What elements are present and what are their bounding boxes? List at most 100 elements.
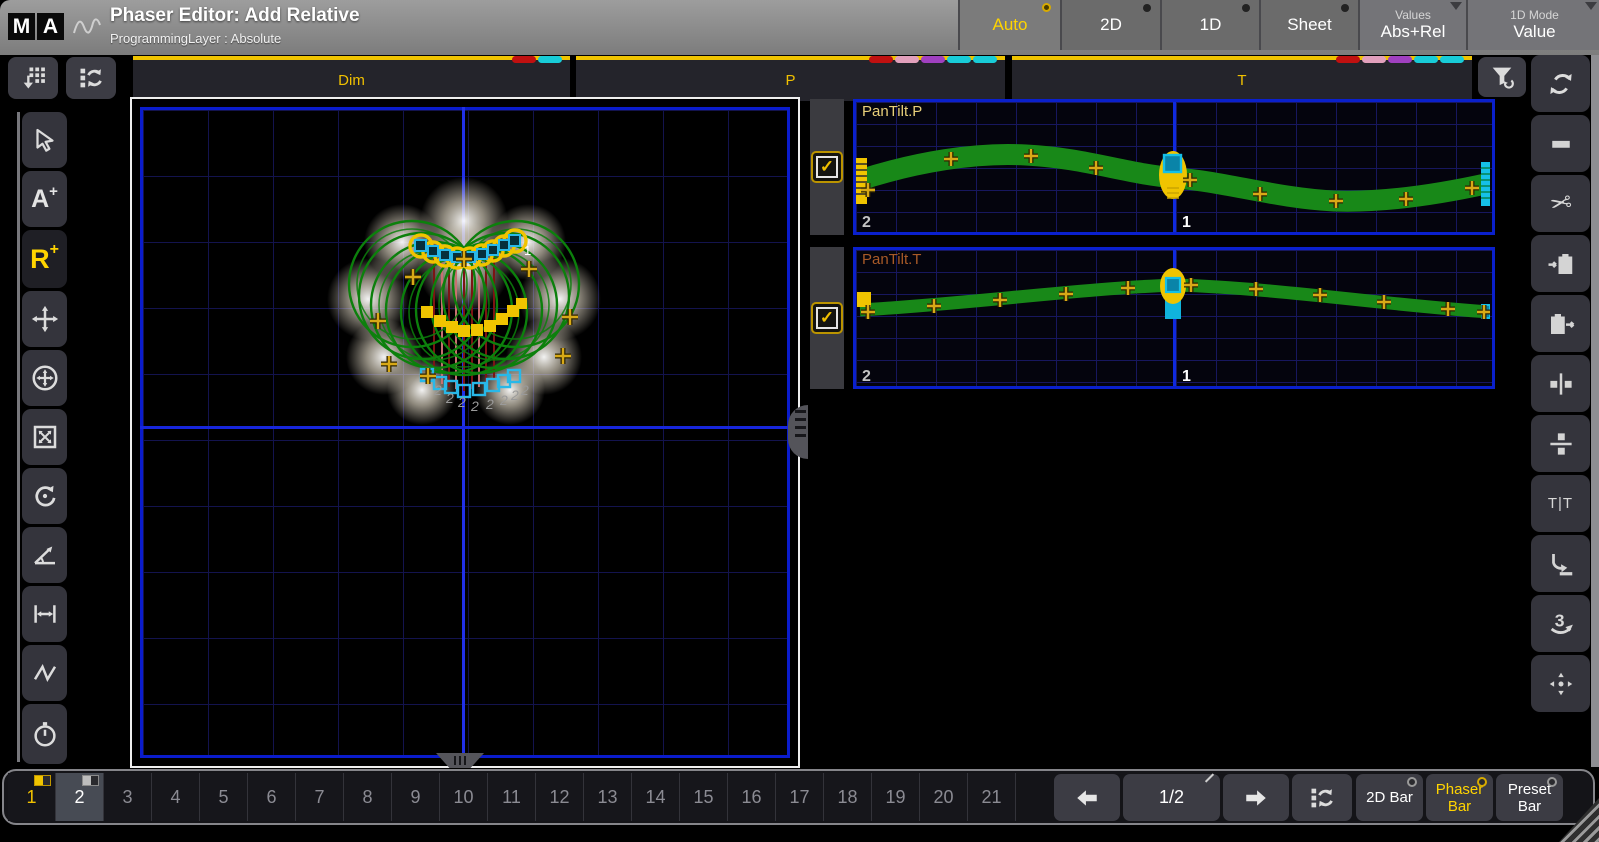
move-icon xyxy=(30,304,60,334)
pan-edge-marker-right[interactable] xyxy=(1481,162,1490,206)
tilt-selected-marker[interactable] xyxy=(1160,268,1186,319)
pantilt-t-graph[interactable]: PanTilt.T 2 1 xyxy=(853,247,1495,389)
step-number: 21 xyxy=(981,787,1001,808)
step-button-14[interactable]: 14 xyxy=(632,773,680,821)
2d-bar-indicator xyxy=(1407,777,1417,787)
tab-t[interactable]: T xyxy=(1012,56,1472,101)
sync-steps-button[interactable] xyxy=(1292,774,1352,821)
pantilt-p-graph[interactable]: PanTilt.P 2 1 xyxy=(853,99,1495,235)
step-button-21[interactable]: 21 xyxy=(968,773,1016,821)
step-button-2[interactable]: 2 xyxy=(56,773,104,821)
2d-indicator xyxy=(1143,4,1151,12)
mirror-text-button[interactable]: T|T xyxy=(1531,475,1590,532)
left-scroll-strip[interactable] xyxy=(17,112,20,762)
tab-dim[interactable]: Dim xyxy=(133,56,570,101)
step-button-5[interactable]: 5 xyxy=(200,773,248,821)
step-number: 6 xyxy=(266,787,276,808)
values-dropdown[interactable]: Values Abs+Rel xyxy=(1358,0,1466,50)
angle-tool-button[interactable] xyxy=(22,527,67,583)
scale-icon xyxy=(30,422,60,452)
pointer-tool-button[interactable] xyxy=(22,112,67,168)
ma-logo[interactable]: M A xyxy=(8,13,64,40)
svg-text:2: 2 xyxy=(510,387,519,403)
view-mode-sheet-button[interactable]: Sheet xyxy=(1259,0,1358,50)
step-number: 7 xyxy=(314,787,324,808)
step-button-13[interactable]: 13 xyxy=(584,773,632,821)
phaser-2d-canvas[interactable]: 2 2 2 2 2 2 2 2 xyxy=(130,97,800,768)
right-scroll-strip[interactable] xyxy=(1591,55,1599,767)
rotate-tool-button[interactable] xyxy=(22,468,67,524)
step-button-3[interactable]: 3 xyxy=(104,773,152,821)
tilt-checkbox-strip: ✓ xyxy=(810,247,844,389)
move-circle-tool-button[interactable] xyxy=(22,350,67,406)
canvas-width-handle[interactable] xyxy=(788,405,808,459)
pan-enable-checkbox[interactable]: ✓ xyxy=(811,151,843,183)
tab-p[interactable]: P xyxy=(576,56,1005,101)
page-indicator[interactable]: 1/2 xyxy=(1123,774,1220,821)
width-tool-button[interactable] xyxy=(22,586,67,642)
sheet-label: Sheet xyxy=(1287,15,1331,35)
paste-after-button[interactable] xyxy=(1531,295,1590,352)
step-button-17[interactable]: 17 xyxy=(776,773,824,821)
sine-wave-icon xyxy=(72,15,102,39)
step-number: 20 xyxy=(933,787,953,808)
mirror-horizontal-button[interactable] xyxy=(1531,355,1590,412)
attribute-pill xyxy=(538,56,562,63)
2d-bar-button[interactable]: 2D Bar xyxy=(1356,774,1423,821)
pan-selected-marker[interactable] xyxy=(1159,151,1187,199)
view-mode-2d-button[interactable]: 2D xyxy=(1060,0,1160,50)
pan-move-button[interactable] xyxy=(1531,655,1590,712)
next-page-button[interactable] xyxy=(1223,774,1289,821)
reload-button[interactable] xyxy=(1531,55,1590,112)
phaser-bar-button[interactable]: Phaser Bar xyxy=(1426,774,1493,821)
pan-edge-marker-left[interactable] xyxy=(856,158,867,204)
grid-move-button[interactable] xyxy=(8,57,58,99)
step-button-19[interactable]: 19 xyxy=(872,773,920,821)
step-button-4[interactable]: 4 xyxy=(152,773,200,821)
page-number: 1/2 xyxy=(1159,787,1184,808)
zigzag-tool-button[interactable] xyxy=(22,645,67,701)
step-button-12[interactable]: 12 xyxy=(536,773,584,821)
arrow-left-icon xyxy=(1072,785,1102,811)
previous-page-button[interactable] xyxy=(1054,774,1120,821)
tilt-enable-checkbox[interactable]: ✓ xyxy=(811,302,843,334)
dropdown-corner-icon xyxy=(1585,2,1597,10)
step-button-9[interactable]: 9 xyxy=(392,773,440,821)
add-relative-tool-button[interactable]: R + xyxy=(22,230,67,288)
step-button-10[interactable]: 10 xyxy=(440,773,488,821)
mirror-vertical-button[interactable] xyxy=(1531,415,1590,472)
step-button-15[interactable]: 15 xyxy=(680,773,728,821)
pan-waveform xyxy=(856,102,1490,232)
view-mode-auto-button[interactable]: Auto xyxy=(958,0,1060,50)
mirror-horizontal-icon xyxy=(1546,369,1576,399)
tab-dim-label: Dim xyxy=(338,72,365,89)
paste-before-button[interactable] xyxy=(1531,235,1590,292)
step-number: 14 xyxy=(645,787,665,808)
step-number: 18 xyxy=(837,787,857,808)
view-mode-1d-button[interactable]: 1D xyxy=(1160,0,1259,50)
step-button-8[interactable]: 8 xyxy=(344,773,392,821)
preset-bar-button[interactable]: Preset Bar xyxy=(1496,774,1563,821)
step-button-16[interactable]: 16 xyxy=(728,773,776,821)
filter-button[interactable] xyxy=(1478,57,1526,97)
sync-programmer-button[interactable] xyxy=(66,57,116,99)
step-button-20[interactable]: 20 xyxy=(920,773,968,821)
step-button-18[interactable]: 18 xyxy=(824,773,872,821)
step-button-7[interactable]: 7 xyxy=(296,773,344,821)
step-bar: 123456789101112131415161718192021 1/2 xyxy=(2,769,1595,825)
move-tool-button[interactable] xyxy=(22,291,67,347)
step-button-6[interactable]: 6 xyxy=(248,773,296,821)
cut-button[interactable]: ✂ xyxy=(1531,175,1590,232)
remove-button[interactable] xyxy=(1531,115,1590,172)
step-button-11[interactable]: 11 xyxy=(488,773,536,821)
add-absolute-tool-button[interactable]: A + xyxy=(22,171,67,227)
step-button-1[interactable]: 1 xyxy=(8,773,56,821)
speed-tool-button[interactable] xyxy=(22,704,67,764)
scale-tool-button[interactable] xyxy=(22,409,67,465)
1d-mode-dropdown[interactable]: 1D Mode Value xyxy=(1466,0,1599,50)
rotate-90-button[interactable] xyxy=(1531,535,1590,592)
rotate-3d-button[interactable]: 3 xyxy=(1531,595,1590,652)
tilt-edge-marker-left[interactable] xyxy=(857,292,871,307)
attribute-pill xyxy=(1362,56,1386,63)
rotate-icon xyxy=(30,481,60,511)
